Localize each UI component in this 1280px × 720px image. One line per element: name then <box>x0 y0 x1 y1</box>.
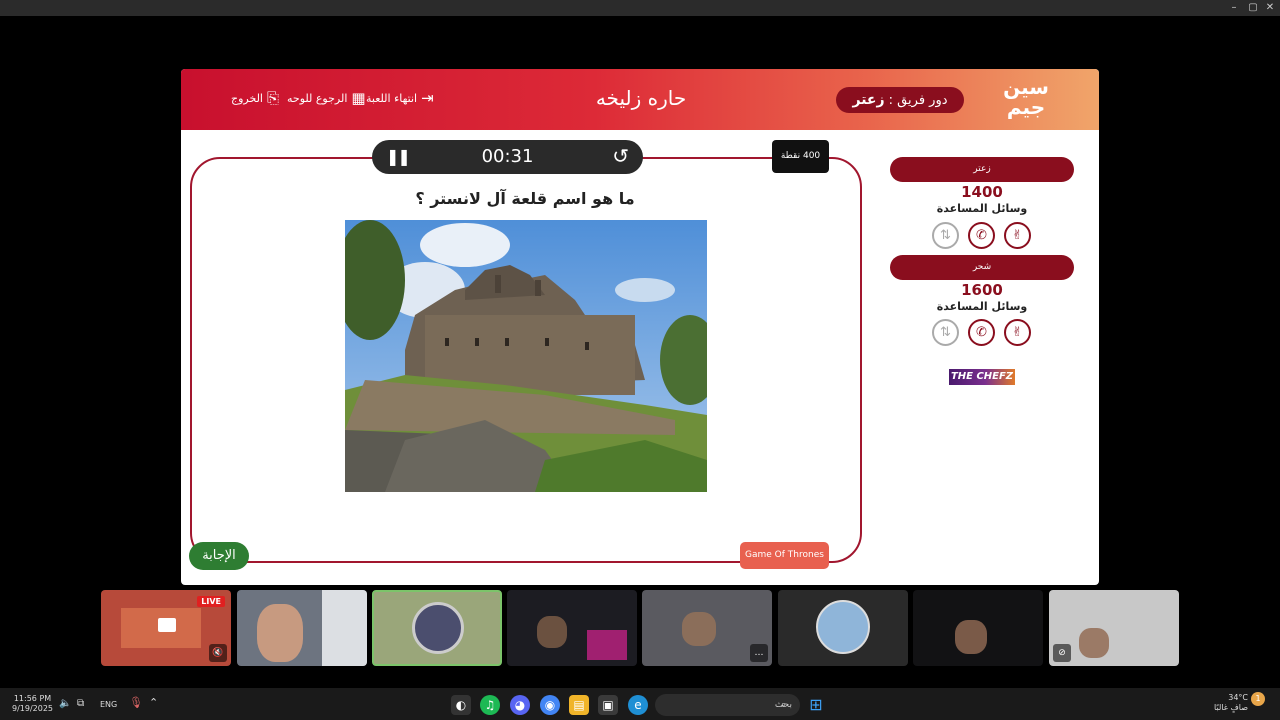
window-titlebar: – ▢ ✕ <box>0 0 1280 16</box>
taskbar: 11:56 PM 9/19/2025 🔈 ⧉ ENG 🎙 ⌃ ◐ ♫ ◕ ◉ ▤… <box>0 688 1280 720</box>
clock-date: 9/19/2025 <box>12 704 54 713</box>
team-turn-pill: دور فريق : زعتر <box>836 87 964 113</box>
participant-tile[interactable] <box>913 590 1043 666</box>
timer-bar: ❚❚ 00:31 ↺ <box>372 140 643 174</box>
team-name-bar: شحر <box>890 255 1074 280</box>
network-icon[interactable]: ⧉ <box>77 699 84 709</box>
show-answer-button[interactable]: الإجابة <box>189 542 249 570</box>
switch-aid-icon[interactable]: ⇅ <box>932 222 959 249</box>
close-icon[interactable]: ✕ <box>1262 1 1278 15</box>
maximize-icon[interactable]: ▢ <box>1245 1 1261 15</box>
grid-icon: ▦ <box>351 89 366 107</box>
end-game-label: انتهاء اللعبة <box>366 92 418 105</box>
switch-aid-icon[interactable]: ⇅ <box>932 319 959 346</box>
weather-widget[interactable]: 34°C صافٍ غالبًا <box>1212 693 1248 713</box>
notification-badge[interactable]: 1 <box>1251 692 1265 706</box>
exit-arrow-icon: ⇥ <box>421 89 434 107</box>
weather-description: صافٍ غالبًا <box>1214 703 1248 712</box>
game-app: سين جيم دور فريق : زعتر حاره زليخه ⇥ انت… <box>181 69 1099 585</box>
question-image <box>345 220 707 492</box>
phone-aid-icon[interactable]: ✆ <box>968 222 995 249</box>
clock-time: 11:56 PM <box>13 694 52 703</box>
weather-temperature: 34°C <box>1228 693 1248 702</box>
discord-icon[interactable]: ◕ <box>510 695 530 715</box>
phone-aid-icon[interactable]: ✆ <box>968 319 995 346</box>
muted-icon: 🔇 <box>209 644 227 662</box>
more-options-icon[interactable]: … <box>750 644 768 662</box>
participant-tile[interactable] <box>778 590 908 666</box>
team-aids-label: وسائل المساعدة <box>936 300 1028 313</box>
team-aids-label: وسائل المساعدة <box>936 202 1028 215</box>
turn-team: زعتر <box>852 92 885 108</box>
game-header: سين جيم دور فريق : زعتر حاره زليخه ⇥ انت… <box>181 69 1099 130</box>
edge-icon[interactable]: e <box>628 695 648 715</box>
points-badge: 400 نقطة <box>772 140 829 173</box>
participant-tile[interactable]: ⊘ <box>1049 590 1179 666</box>
hand-aid-icon[interactable]: ✌ <box>1004 319 1031 346</box>
microphone-icon[interactable]: 🎙 <box>129 697 143 708</box>
exit-label: الخروج <box>231 92 263 105</box>
live-badge: LIVE <box>197 596 225 607</box>
start-windows-icon[interactable]: ⊞ <box>806 695 826 715</box>
sponsor-logo: THE CHEFZ <box>949 369 1015 385</box>
search-icon: ⌕ <box>781 700 787 710</box>
participant-tile[interactable] <box>507 590 637 666</box>
volume-icon[interactable]: 🔈 <box>59 699 71 709</box>
minimize-icon[interactable]: – <box>1226 1 1242 15</box>
exit-button[interactable]: ⎘ الخروج <box>231 91 279 106</box>
back-to-board-label: الرجوع للوحه <box>287 92 348 105</box>
team-score: 1400 <box>961 183 1003 201</box>
back-to-board-button[interactable]: ▦ الرجوع للوحه <box>287 91 366 106</box>
store-icon[interactable]: ▣ <box>598 695 618 715</box>
call-participants-strip: LIVE 🔇 … ⊘ <box>0 590 1280 666</box>
door-exit-icon: ⎘ <box>267 89 280 107</box>
chrome-icon[interactable]: ◉ <box>540 695 560 715</box>
spotify-icon[interactable]: ♫ <box>480 695 500 715</box>
game-title: حاره زليخه <box>595 86 687 110</box>
logo-line-2: جيم <box>1006 95 1046 119</box>
participant-tile[interactable]: LIVE 🔇 <box>101 590 231 666</box>
team-name-bar: زعتر <box>890 157 1074 182</box>
logo-line-1: سين <box>1003 75 1049 99</box>
app-logo: سين جيم <box>1001 77 1051 123</box>
participant-tile[interactable] <box>237 590 367 666</box>
team-score: 1600 <box>961 281 1003 299</box>
participant-tile[interactable]: … <box>642 590 772 666</box>
app-icon[interactable]: ◐ <box>451 695 471 715</box>
hand-aid-icon[interactable]: ✌ <box>1004 222 1031 249</box>
mouse-cursor-icon <box>783 366 788 374</box>
participant-tile-active[interactable] <box>372 590 502 666</box>
turn-label: دور فريق : <box>888 93 948 108</box>
file-explorer-icon[interactable]: ▤ <box>569 695 589 715</box>
question-text: ما هو اسم قلعة آل لانستر ؟ <box>415 189 635 208</box>
timer-value: 00:31 <box>481 146 534 167</box>
clock[interactable]: 11:56 PM 9/19/2025 <box>12 694 53 714</box>
search-input[interactable]: بحث ⌕ <box>655 694 800 716</box>
language-indicator[interactable]: ENG <box>100 700 117 710</box>
video-off-icon: ⊘ <box>1053 644 1071 662</box>
reset-timer-icon[interactable]: ↺ <box>612 145 629 167</box>
screen-share-icon <box>158 618 176 632</box>
chevron-up-icon[interactable]: ⌃ <box>149 697 158 708</box>
end-game-button[interactable]: ⇥ انتهاء اللعبة <box>366 91 434 106</box>
category-badge: Game Of Thrones <box>740 542 829 569</box>
